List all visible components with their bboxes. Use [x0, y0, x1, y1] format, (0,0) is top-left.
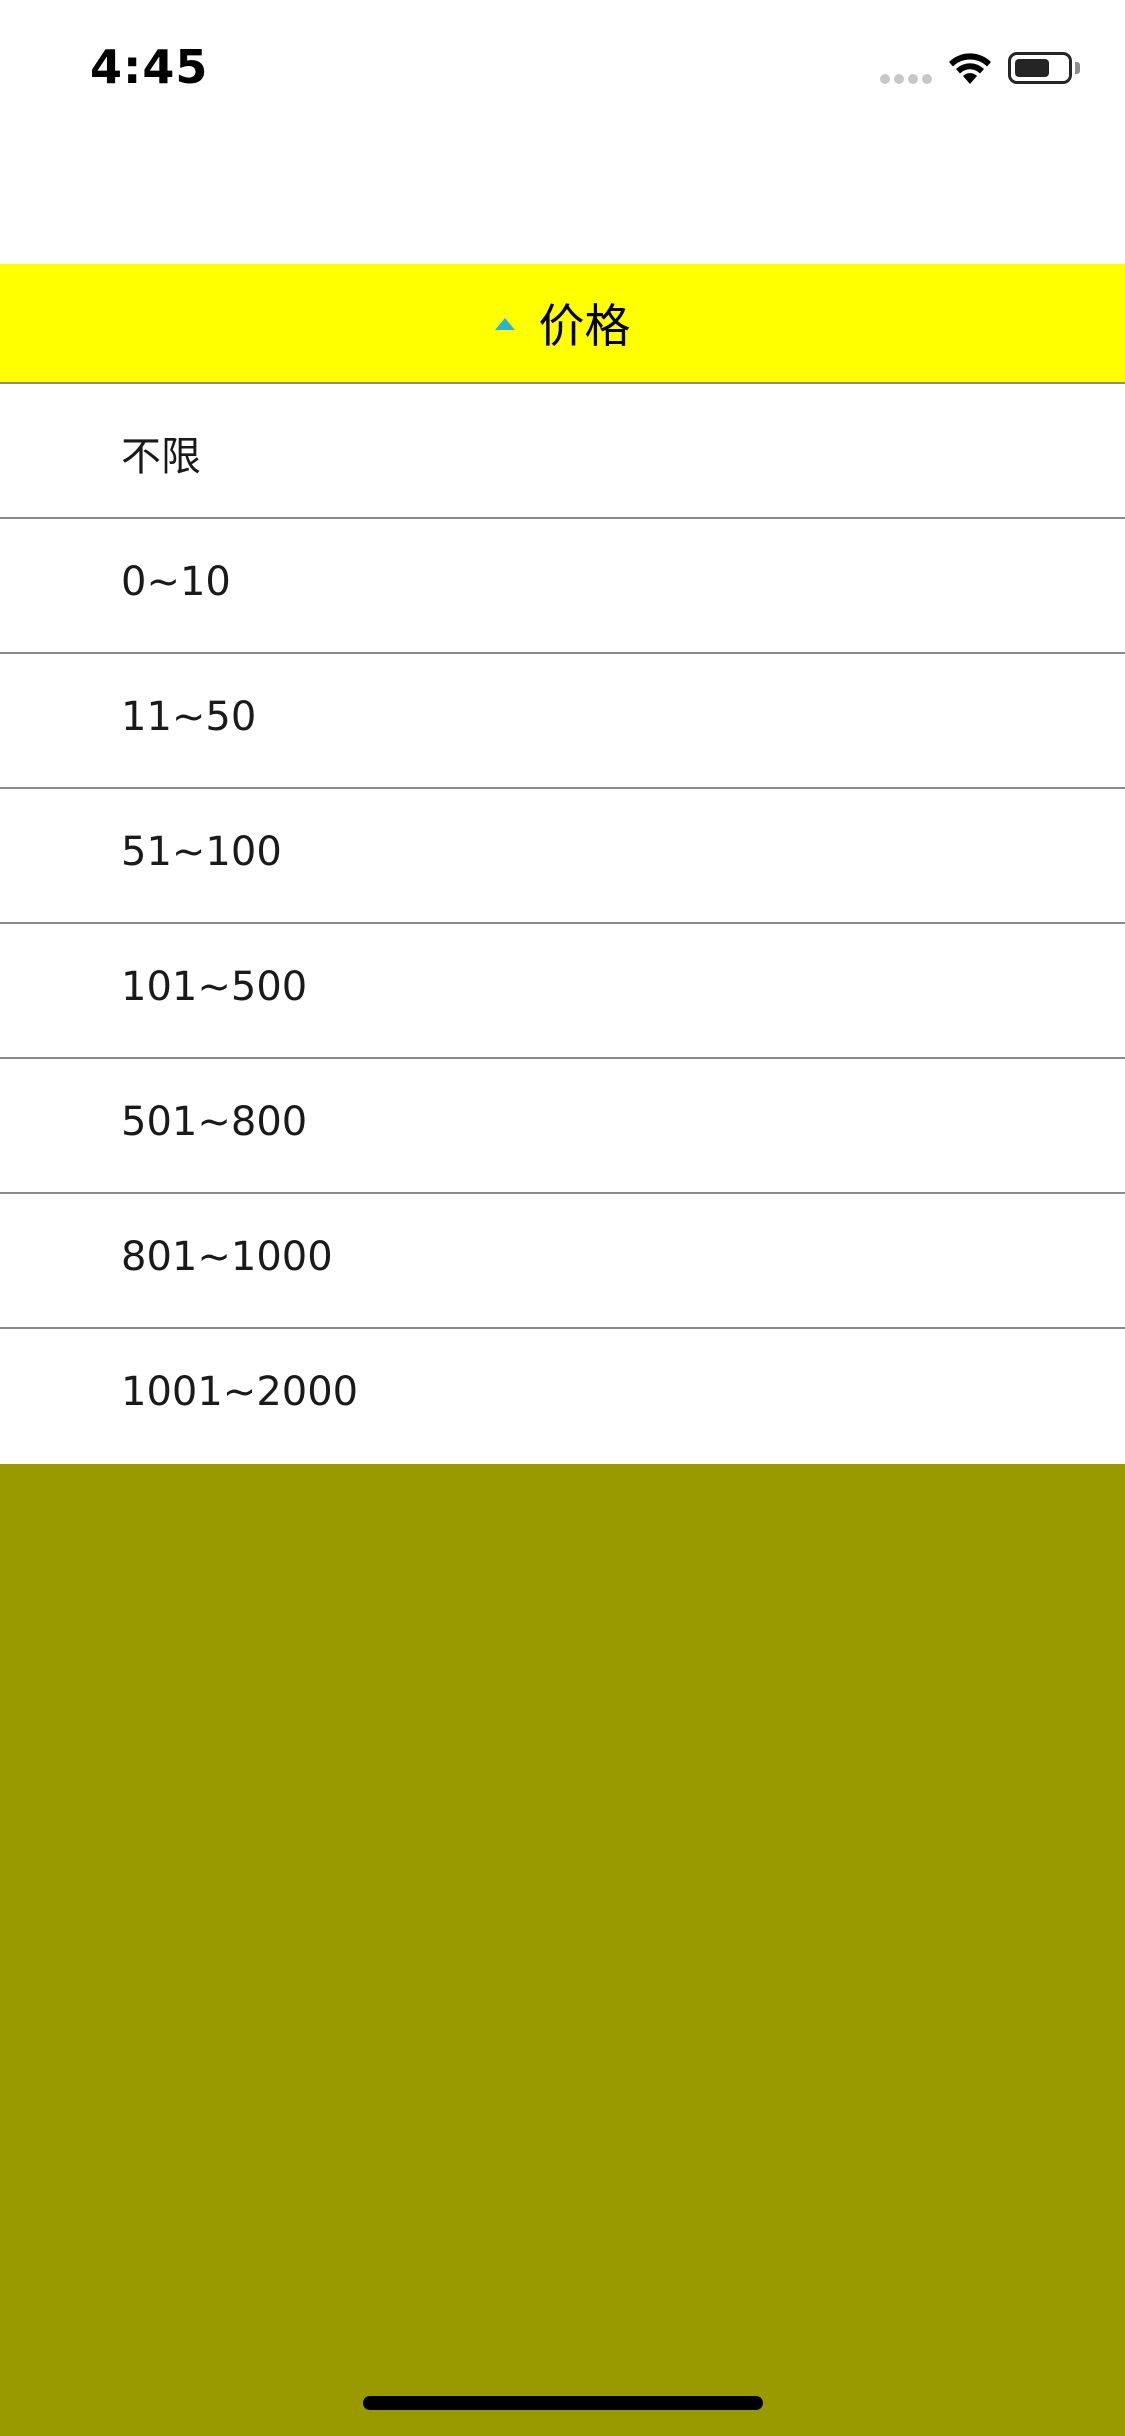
dismiss-overlay[interactable]	[0, 1464, 1125, 2436]
option-label: 不限	[121, 434, 201, 480]
price-filter-header[interactable]: 价格	[0, 264, 1125, 384]
signal-dots-icon	[880, 74, 934, 84]
price-option-51-100[interactable]: 51~100	[0, 789, 1125, 924]
option-label: 1001~2000	[121, 1369, 359, 1415]
price-option-0-10[interactable]: 0~10	[0, 519, 1125, 654]
option-label: 0~10	[121, 559, 231, 605]
option-label: 501~800	[121, 1099, 308, 1145]
wifi-icon	[949, 53, 991, 84]
price-filter-title: 价格	[538, 299, 631, 353]
status-bar: 4:45	[0, 0, 1125, 140]
price-option-11-50[interactable]: 11~50	[0, 654, 1125, 789]
home-indicator[interactable]	[363, 2396, 763, 2410]
price-option-unlimited[interactable]: 不限	[0, 384, 1125, 519]
status-time: 4:45	[90, 40, 209, 94]
price-option-1001-2000[interactable]: 1001~2000	[0, 1329, 1125, 1464]
battery-icon	[1008, 52, 1072, 84]
option-label: 11~50	[121, 694, 257, 740]
option-label: 101~500	[121, 964, 308, 1010]
price-option-101-500[interactable]: 101~500	[0, 924, 1125, 1059]
caret-up-icon	[494, 318, 515, 330]
option-label: 51~100	[121, 829, 282, 875]
price-option-501-800[interactable]: 501~800	[0, 1059, 1125, 1194]
battery-cap	[1075, 62, 1080, 74]
price-option-801-1000[interactable]: 801~1000	[0, 1194, 1125, 1329]
option-label: 801~1000	[121, 1234, 333, 1280]
price-option-list: 不限 0~10 11~50 51~100 101~500 501~800 801…	[0, 384, 1125, 1464]
